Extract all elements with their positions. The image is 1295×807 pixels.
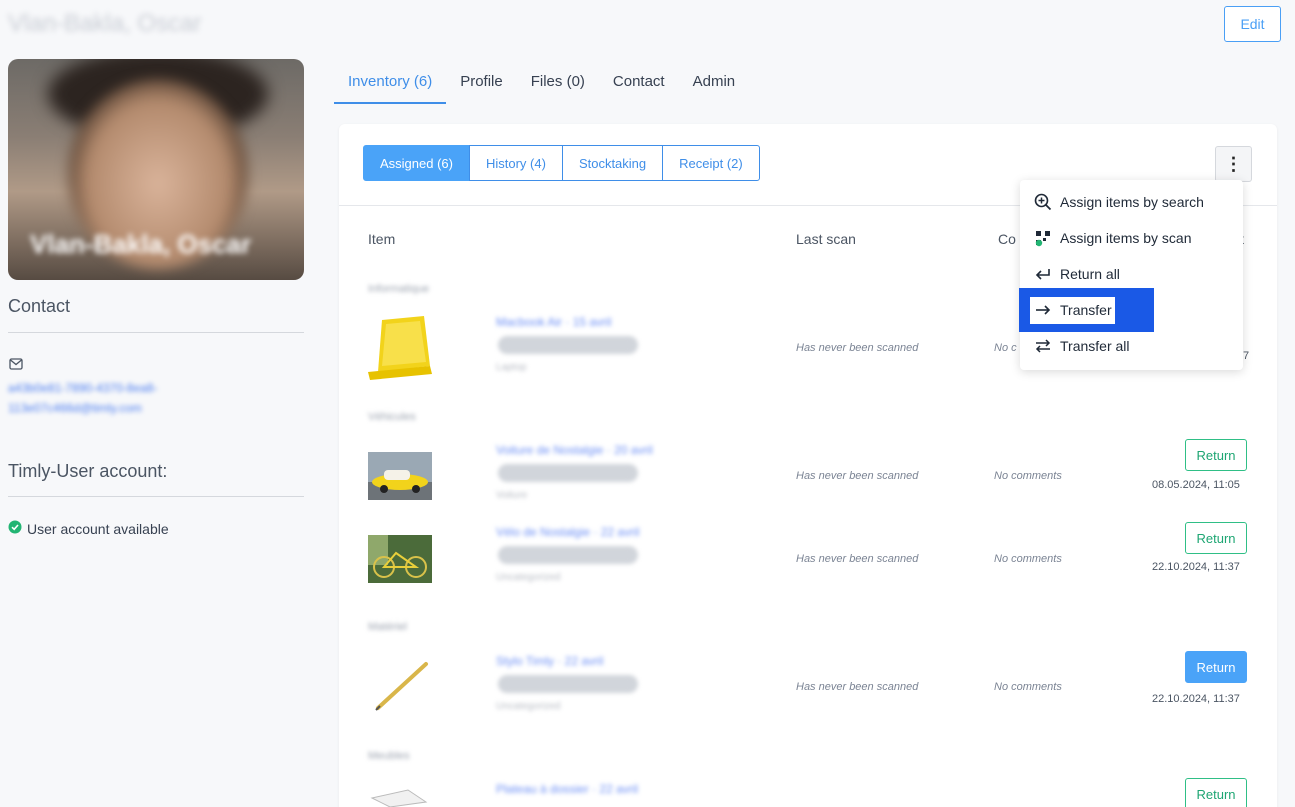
menu-item-label: Transfer [1060,302,1112,318]
item-subtype: Laptop [496,362,527,373]
column-header-comments: Co [998,231,1016,247]
page-title: Vlan-Bakla, Oscar [8,10,202,37]
tab-profile[interactable]: Profile [446,60,517,104]
divider [8,332,304,333]
return-arrow-icon [1034,265,1052,283]
item-name-link[interactable]: Voiture de Nostalgie · 20 avril [496,443,653,457]
category-label: Véhicules [368,411,416,423]
last-scan-text: Has never been scanned [796,553,919,565]
last-scan-text: Has never been scanned [796,681,919,693]
tab-admin[interactable]: Admin [679,60,750,104]
return-button[interactable]: Return [1185,522,1247,554]
menu-item-label: Transfer all [1060,338,1130,354]
location-pill [498,464,638,482]
item-subtype: Voiture [496,490,528,501]
item-thumbnail-tray [368,788,432,807]
item-thumbnail-pen [368,660,432,712]
qr-scan-icon [1034,229,1052,247]
item-name-link[interactable]: Vélo de Nostalgie · 22 avril [496,525,639,539]
swap-arrows-icon [1034,337,1052,355]
column-header-item: Item [368,231,396,247]
item-name-link[interactable]: Stylo Timly · 22 avril [496,654,603,668]
email-link-line2[interactable]: 113e07c466d@timly.com [8,401,142,415]
divider [8,496,304,497]
menu-item-return-all[interactable]: Return all [1034,262,1120,286]
account-heading: Timly-User account: [8,461,168,481]
location-pill [498,546,638,564]
avatar: Vlan-Bakla, Oscar [8,59,304,280]
return-button[interactable]: Return [1185,651,1247,683]
subtab-history[interactable]: History (4) [468,145,563,181]
check-circle-icon [8,520,22,537]
email-link-line1[interactable]: a43b0e81-7890-4370-8ea8- [8,381,157,395]
subtab-stocktaking[interactable]: Stocktaking [561,145,664,181]
menu-item-label: Assign items by search [1060,194,1204,210]
tab-files[interactable]: Files (0) [517,60,599,104]
category-label: Meubles [368,750,410,762]
menu-item-label: Return all [1060,266,1120,282]
return-date: 22.10.2024, 11:37 [1152,693,1240,705]
more-options-button[interactable]: ⋮ [1215,146,1252,182]
menu-item-transfer-all[interactable]: Transfer all [1034,334,1130,358]
comment-text: No comments [994,553,1062,565]
tab-inventory[interactable]: Inventory (6) [334,60,447,104]
return-date: 08.05.2024, 11:05 [1152,479,1240,491]
item-name-link[interactable]: Macbook Air · 15 avril [496,315,611,329]
column-header-last-scan: Last scan [796,231,856,247]
menu-item-assign-by-search[interactable]: Assign items by search [1034,190,1204,214]
last-scan-text: Has never been scanned [796,470,919,482]
comment-text: No comments [994,470,1062,482]
subtab-assigned[interactable]: Assigned (6) [363,145,470,181]
menu-item-label: Assign items by scan [1060,230,1192,246]
return-date: 7 [1243,350,1250,362]
tab-contact[interactable]: Contact [599,60,679,104]
kebab-icon: ⋮ [1224,153,1243,174]
main-tabs: Inventory (6) Profile Files (0) Contact … [334,60,749,104]
last-scan-text: Has never been scanned [796,342,919,354]
location-pill [498,675,638,693]
arrow-right-icon [1034,301,1052,319]
category-label: Informatique [368,283,430,295]
subtabs: Assigned (6) History (4) Stocktaking Rec… [363,145,760,181]
return-date: 22.10.2024, 11:37 [1152,561,1240,573]
menu-item-assign-by-scan[interactable]: Assign items by scan [1034,226,1192,250]
edit-button[interactable]: Edit [1224,6,1281,42]
location-pill [498,336,638,354]
menu-item-transfer[interactable]: Transfer [1034,298,1112,322]
comment-text: No comments [994,681,1062,693]
account-status-text: User account available [27,520,169,537]
item-subtype: Uncategorized [496,701,561,712]
item-subtype: Uncategorized [496,572,561,583]
mail-icon [9,357,23,375]
account-status: User account available [8,520,169,537]
item-thumbnail-car [368,452,432,500]
item-thumbnail-bicycle [368,535,432,583]
contact-heading: Contact [8,296,71,316]
item-name-link[interactable]: Plateau à dossier · 22 avril [496,782,638,796]
return-button[interactable]: Return [1185,778,1247,807]
category-label: Matériel [368,621,408,633]
comment-text: No c [994,342,1017,354]
subtab-receipt[interactable]: Receipt (2) [662,145,760,181]
return-button[interactable]: Return [1185,439,1247,471]
zoom-in-icon [1034,193,1052,211]
item-thumbnail-laptop [368,316,432,380]
avatar-name: Vlan-Bakla, Oscar [30,229,252,259]
